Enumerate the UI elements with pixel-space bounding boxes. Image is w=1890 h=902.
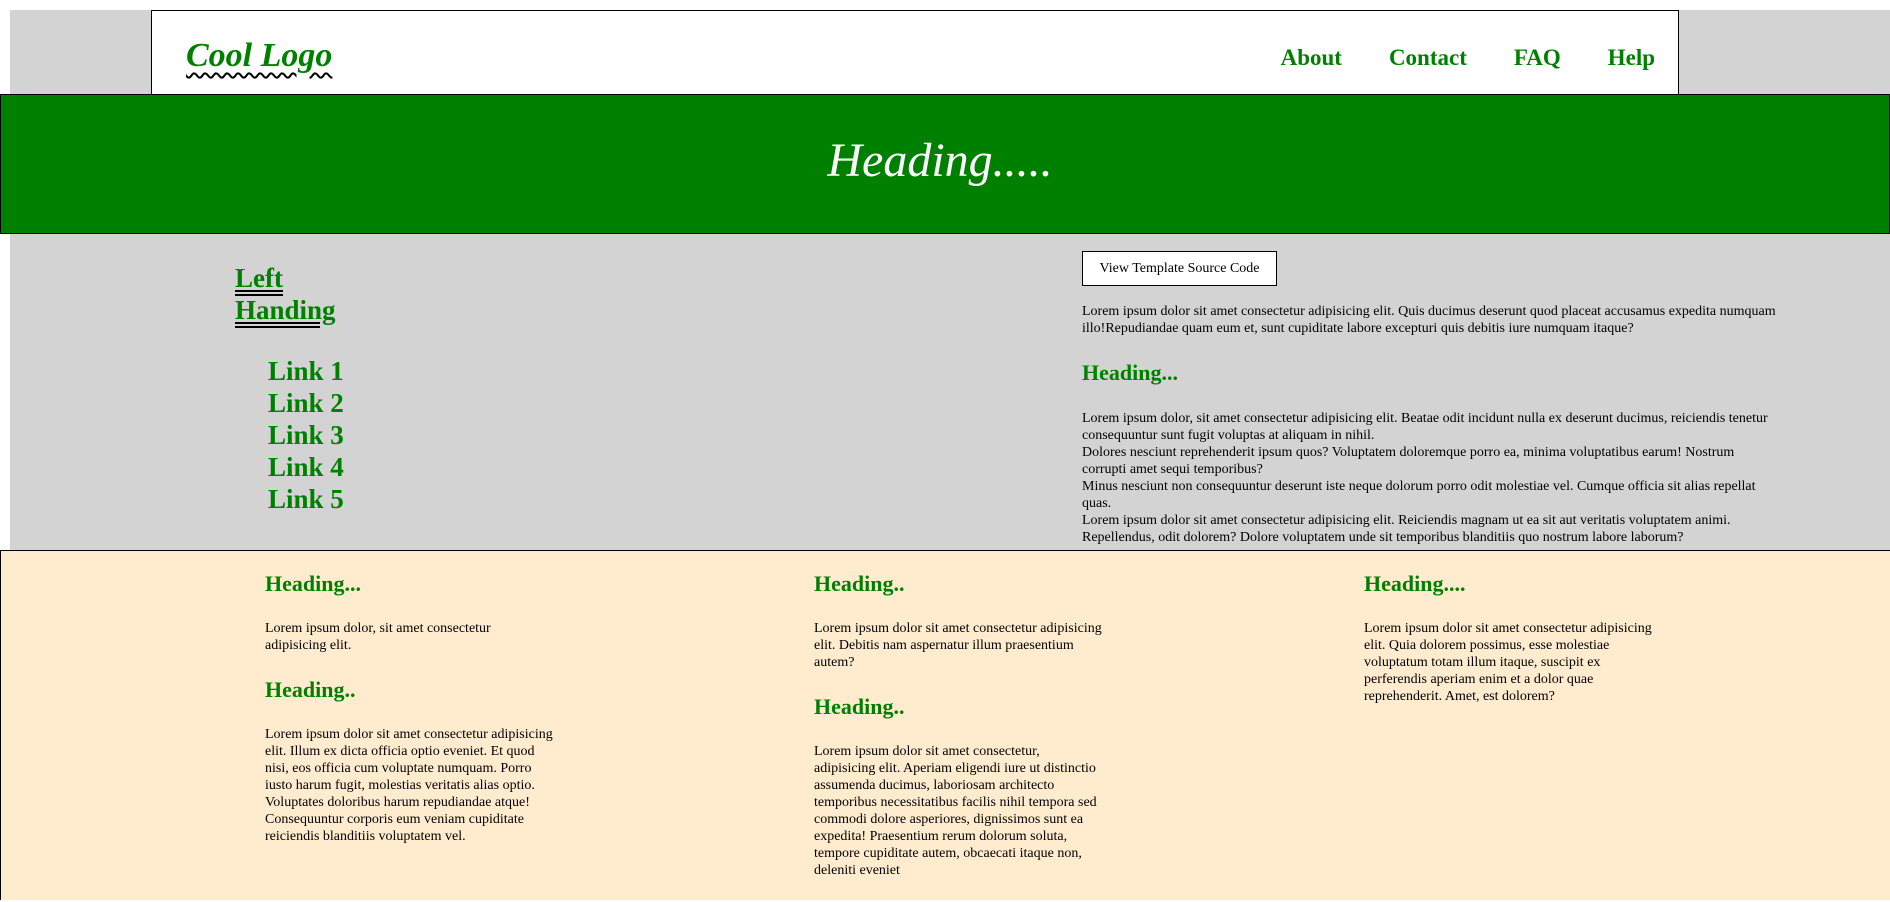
main-heading: Heading... (1082, 360, 1178, 385)
nav-link-faq[interactable]: FAQ (1514, 45, 1561, 71)
main-paragraph-1: Lorem ipsum dolor, sit amet consectetur … (1082, 411, 1768, 443)
nav-link-contact[interactable]: Contact (1389, 45, 1467, 71)
header-bar: Cool Logo About Contact FAQ Help (151, 10, 1679, 102)
main-nav: About Contact FAQ Help (1281, 45, 1655, 71)
intro-paragraph: Lorem ipsum dolor sit amet consectetur a… (1082, 304, 1776, 336)
nav-link-help[interactable]: Help (1608, 45, 1655, 71)
footer-col2-text-2: Lorem ipsum dolor sit amet consectetur, … (814, 744, 1097, 878)
footer-col1-heading-1: Heading... (265, 571, 361, 596)
sidebar-link-list: Link 1 Link 2 Link 3 Link 4 Link 5 (268, 355, 344, 515)
footer-col2-heading-2: Heading.. (814, 694, 905, 719)
sidebar-link-2[interactable]: Link 2 (268, 387, 344, 419)
site-logo[interactable]: Cool Logo (186, 37, 332, 75)
sidebar-link-3[interactable]: Link 3 (268, 419, 344, 451)
sidebar-heading-line1: Left (235, 263, 283, 293)
footer-col1-heading-2: Heading.. (265, 677, 356, 702)
main-paragraph-3: Minus nesciunt non consequuntur deserunt… (1082, 479, 1756, 511)
footer-col3-text-1: Lorem ipsum dolor sit amet consectetur a… (1364, 621, 1652, 704)
sidebar-link-1[interactable]: Link 1 (268, 355, 344, 387)
hero-banner: Heading..... (0, 94, 1890, 234)
main-paragraph-2: Dolores nesciunt reprehenderit ipsum quo… (1082, 445, 1735, 477)
footer-col2-heading-1: Heading.. (814, 571, 905, 596)
footer-col1-text-1: Lorem ipsum dolor, sit amet consectetur … (265, 621, 491, 653)
main-content: Lorem ipsum dolor sit amet consectetur a… (1082, 303, 1782, 546)
footer-column-3: Heading.... Lorem ipsum dolor sit amet c… (1364, 571, 1654, 728)
sidebar-heading-line2: Handing (235, 295, 336, 325)
footer-column-2: Heading.. Lorem ipsum dolor sit amet con… (814, 571, 1104, 902)
footer: Heading... Lorem ipsum dolor, sit amet c… (0, 550, 1890, 900)
footer-col2-text-1: Lorem ipsum dolor sit amet consectetur a… (814, 621, 1102, 670)
main-paragraph-4: Lorem ipsum dolor sit amet consectetur a… (1082, 513, 1731, 545)
sidebar-heading: Left Handing (235, 262, 336, 326)
nav-link-about[interactable]: About (1281, 45, 1342, 71)
hero-heading: Heading..... (827, 134, 1053, 187)
sidebar-link-5[interactable]: Link 5 (268, 483, 344, 515)
footer-column-1: Heading... Lorem ipsum dolor, sit amet c… (265, 571, 555, 868)
footer-col3-heading-1: Heading.... (1364, 571, 1466, 596)
footer-col1-text-2: Lorem ipsum dolor sit amet consectetur a… (265, 727, 553, 844)
view-source-button[interactable]: View Template Source Code (1082, 251, 1277, 286)
sidebar-link-4[interactable]: Link 4 (268, 451, 344, 483)
